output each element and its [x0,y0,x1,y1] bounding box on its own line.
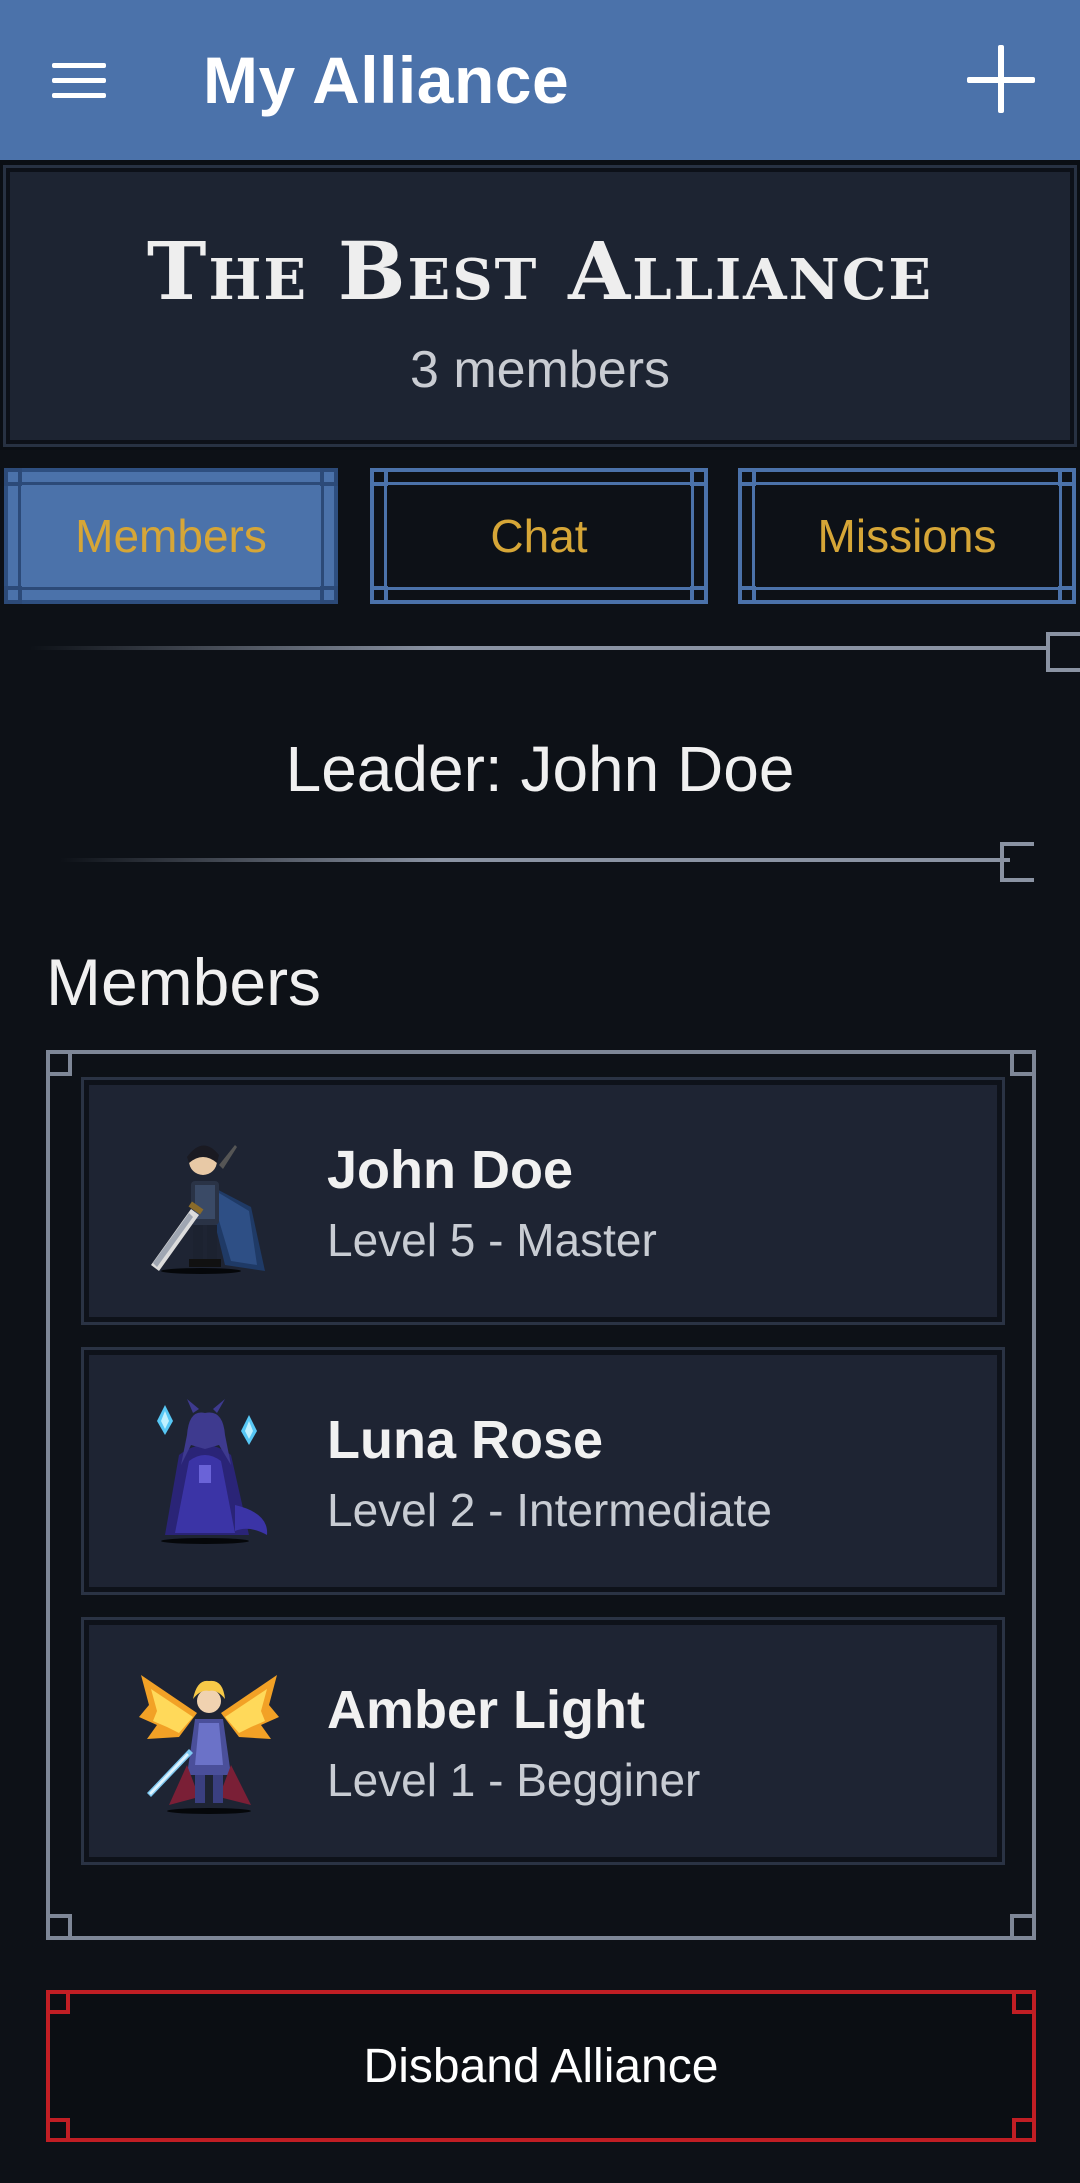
member-level: Level 1 - Begginer [327,1754,701,1806]
member-name: Luna Rose [327,1410,604,1470]
tab-members[interactable]: Members [4,468,338,604]
alliance-banner-panel: The Best Alliance 3 members [3,165,1077,447]
alliance-name: The Best Alliance [146,224,934,318]
divider-leader [60,858,1010,862]
tab-chat[interactable]: Chat [370,468,708,604]
dark-knight-avatar [151,1145,265,1274]
disband-alliance-label: Disband Alliance [363,2039,719,2093]
tab-bar: Members Chat Missions [0,468,1080,604]
divider-leader-ornament [1000,842,1034,882]
member-name: Amber Light [327,1680,645,1740]
alliance-banner: The Best Alliance 3 members [0,160,1080,450]
tab-members-label: Members [75,509,267,563]
members-heading: Members [46,945,322,1019]
app-title: My Alliance [203,43,570,117]
tab-missions[interactable]: Missions [738,468,1076,604]
member-level: Level 5 - Master [327,1214,657,1266]
member-card-luna-rose[interactable]: Luna Rose Level 2 - Intermediate [81,1347,1005,1595]
tab-chat-label: Chat [490,510,588,562]
member-name: John Doe [327,1140,574,1200]
hamburger-menu-icon[interactable] [42,50,116,110]
divider-top [30,646,1050,650]
disband-alliance-button[interactable]: Disband Alliance [46,1990,1036,2142]
plus-icon[interactable] [962,40,1042,120]
member-count: 3 members [409,341,671,399]
tab-missions-label: Missions [817,510,997,562]
winged-warrior-avatar [139,1675,279,1814]
divider-top-ornament [1046,632,1080,672]
members-list: John Doe Level 5 - Master Luna Rose Leve… [46,1050,1036,1940]
member-card-john-doe[interactable]: John Doe Level 5 - Master [81,1077,1005,1325]
app-bar: My Alliance [0,0,1080,160]
blue-sorceress-avatar [157,1399,268,1544]
leader-label: Leader: John Doe [285,733,795,805]
member-level: Level 2 - Intermediate [327,1484,772,1536]
member-card-amber-light[interactable]: Amber Light Level 1 - Begginer [81,1617,1005,1865]
